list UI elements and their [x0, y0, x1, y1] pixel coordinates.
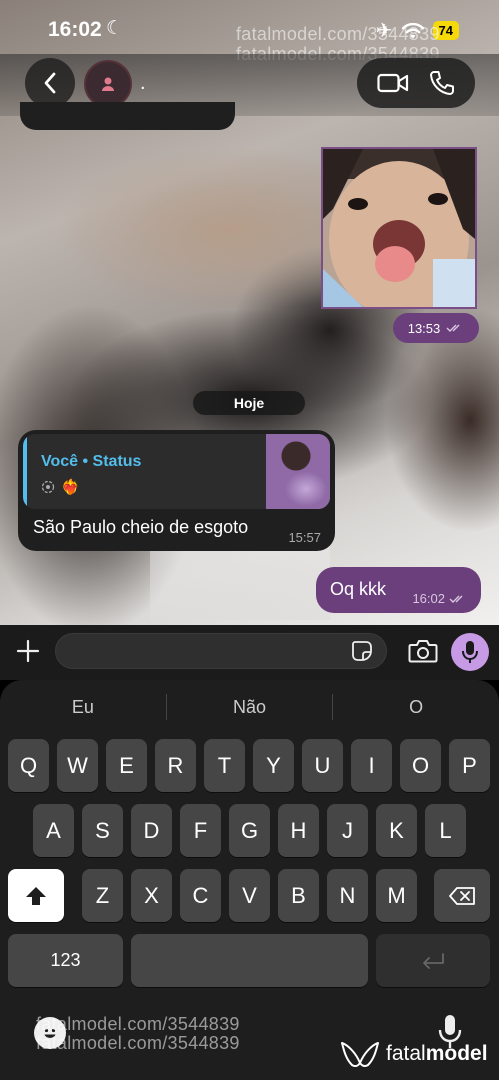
plus-icon — [16, 639, 40, 663]
sticker-icon[interactable] — [351, 640, 373, 662]
shift-key[interactable] — [8, 869, 64, 922]
previous-message-bubble[interactable] — [20, 102, 235, 130]
key-x[interactable]: X — [131, 869, 172, 922]
key-k[interactable]: K — [376, 804, 417, 857]
contact-name[interactable]: . — [140, 72, 146, 95]
double-check-icon — [446, 324, 460, 332]
status-ring-icon — [41, 480, 55, 494]
call-actions — [357, 58, 475, 108]
watermark-text: fatalmodel.com/3544839 — [236, 24, 440, 44]
quoted-status[interactable]: Você • Status ❤️‍🔥 — [23, 434, 330, 509]
backspace-key[interactable] — [434, 869, 490, 922]
suggestion-item[interactable]: O — [333, 692, 499, 722]
video-camera-icon[interactable] — [377, 72, 409, 94]
quote-meta: ❤️‍🔥 — [41, 478, 80, 496]
child-photo-image — [323, 149, 475, 307]
key-i[interactable]: I — [351, 739, 392, 792]
suggestion-item[interactable]: Não — [167, 692, 333, 722]
key-f[interactable]: F — [180, 804, 221, 857]
key-v[interactable]: V — [229, 869, 270, 922]
image-message-time: 13:53 — [393, 313, 479, 343]
key-z[interactable]: Z — [82, 869, 123, 922]
brand-watermark: fatalmodel — [340, 1039, 488, 1069]
brand-name-light: fatal — [386, 1042, 426, 1065]
message-time: 13:53 — [407, 320, 441, 336]
message-time: 16:02 — [412, 591, 445, 606]
date-divider: Hoje — [193, 391, 305, 415]
key-m[interactable]: M — [376, 869, 417, 922]
key-d[interactable]: D — [131, 804, 172, 857]
voice-record-button[interactable] — [451, 633, 489, 671]
status-thumbnail-image — [266, 434, 330, 509]
outgoing-message[interactable]: Oq kkk 16:02 — [316, 567, 481, 613]
shift-icon — [26, 886, 46, 905]
microphone-icon — [462, 641, 478, 663]
numbers-key[interactable]: 123 — [8, 934, 123, 987]
key-n[interactable]: N — [327, 869, 368, 922]
key-o[interactable]: O — [400, 739, 441, 792]
key-h[interactable]: H — [278, 804, 319, 857]
message-time: 15:57 — [288, 530, 321, 545]
key-l[interactable]: L — [425, 804, 466, 857]
chevron-left-icon — [44, 72, 56, 94]
incoming-reply-message[interactable]: Você • Status ❤️‍🔥 São Paulo cheio de es… — [18, 430, 335, 551]
watermark-text: fatalmodel.com/3544839 — [36, 1033, 240, 1053]
brand-name: fatalmodel — [386, 1042, 488, 1066]
key-e[interactable]: E — [106, 739, 147, 792]
key-p[interactable]: P — [449, 739, 490, 792]
key-j[interactable]: J — [327, 804, 368, 857]
message-input[interactable] — [55, 633, 387, 669]
attach-plus-button[interactable] — [12, 635, 44, 667]
image-message[interactable] — [321, 147, 477, 309]
camera-icon[interactable] — [408, 638, 438, 664]
key-b[interactable]: B — [278, 869, 319, 922]
person-icon — [102, 77, 114, 91]
key-c[interactable]: C — [180, 869, 221, 922]
key-g[interactable]: G — [229, 804, 270, 857]
message-meta: 16:02 — [412, 591, 467, 606]
quote-emoji: ❤️‍🔥 — [61, 479, 80, 496]
key-u[interactable]: U — [302, 739, 343, 792]
key-y[interactable]: Y — [253, 739, 294, 792]
key-w[interactable]: W — [57, 739, 98, 792]
watermark-text: fatalmodel.com/3544839 — [36, 1014, 240, 1034]
contact-avatar[interactable] — [84, 60, 132, 108]
quote-accent-bar — [23, 434, 27, 509]
message-text: Oq kkk — [330, 579, 387, 599]
key-s[interactable]: S — [82, 804, 123, 857]
butterfly-logo-icon — [341, 1042, 379, 1068]
moon-icon: ☾ — [106, 18, 124, 39]
key-r[interactable]: R — [155, 739, 196, 792]
back-button[interactable] — [25, 58, 75, 108]
space-key[interactable] — [131, 934, 368, 987]
key-t[interactable]: T — [204, 739, 245, 792]
message-text: São Paulo cheio de esgoto — [33, 517, 249, 537]
suggestion-bar: Eu Não O — [0, 692, 499, 722]
return-icon — [423, 952, 444, 969]
double-check-icon — [449, 595, 463, 603]
key-a[interactable]: A — [33, 804, 74, 857]
backspace-icon — [449, 886, 475, 905]
status-time: 16:02 — [48, 18, 102, 41]
phone-icon[interactable] — [429, 70, 455, 96]
return-key[interactable] — [376, 934, 490, 987]
suggestion-item[interactable]: Eu — [0, 692, 166, 722]
quote-title: Você • Status — [41, 453, 142, 470]
brand-name-bold: model — [425, 1042, 488, 1065]
key-q[interactable]: Q — [8, 739, 49, 792]
message-input-bar — [0, 625, 499, 680]
